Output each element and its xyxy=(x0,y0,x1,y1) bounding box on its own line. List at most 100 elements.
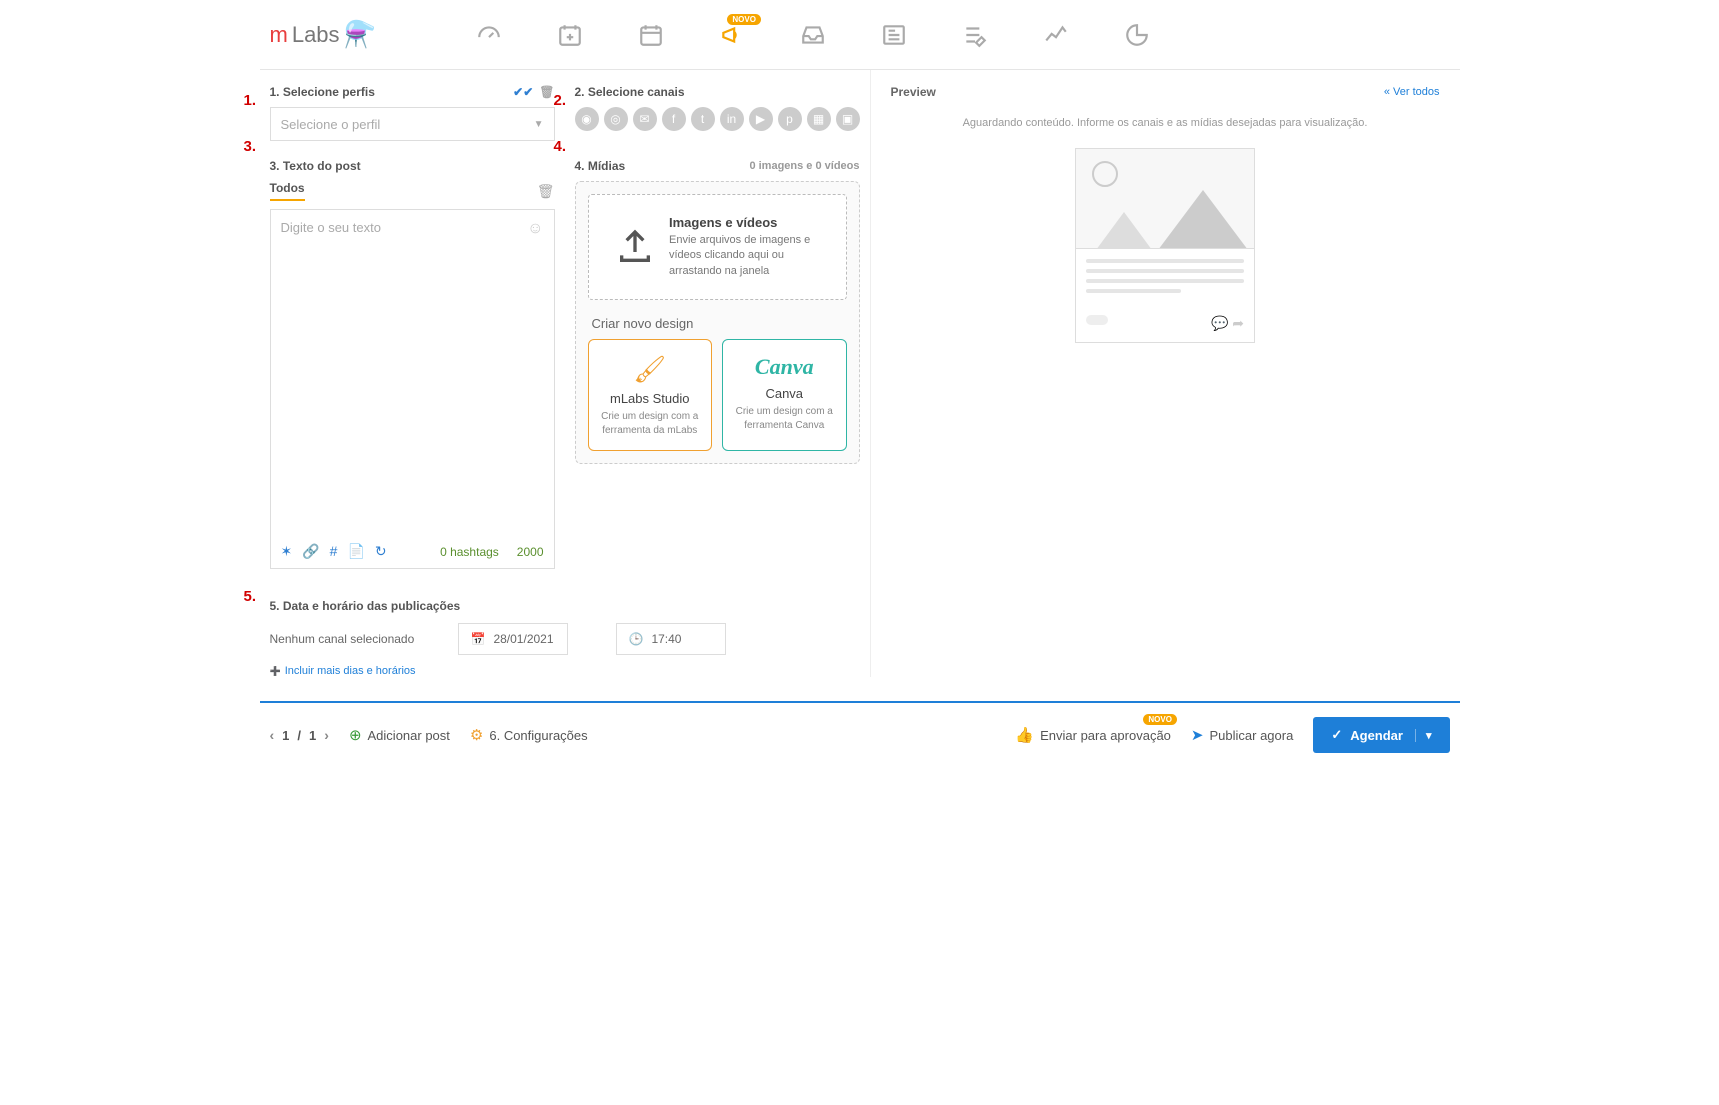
dashboard-icon[interactable] xyxy=(476,22,502,48)
drop-desc: Envie arquivos de imagens e vídeos clica… xyxy=(669,233,819,279)
annotation-1: 1. xyxy=(244,92,257,109)
file-icon[interactable]: 📄 xyxy=(347,543,364,560)
config-button[interactable]: ⚙ 6. Configurações xyxy=(470,726,588,744)
preview-skeleton: 💬 ➦ xyxy=(1075,148,1255,343)
list-edit-icon[interactable] xyxy=(962,22,988,48)
profiles-heading: 1. Selecione perfis xyxy=(270,85,375,99)
post-pager: ‹ 1 / 1 › xyxy=(270,727,329,743)
drop-title: Imagens e vídeos xyxy=(669,215,819,230)
analytics-icon[interactable] xyxy=(1043,22,1069,48)
section-schedule: 5. Data e horário das publicações Nenhum… xyxy=(270,599,860,677)
schedule-button[interactable]: ✓ Agendar ▾ xyxy=(1313,717,1449,753)
see-all-link[interactable]: Ver todos xyxy=(1384,86,1440,98)
paper-plane-icon: ➤ xyxy=(1191,726,1204,744)
hashtag-icon[interactable]: # xyxy=(330,543,338,560)
clock-icon: 🕒 xyxy=(629,632,644,646)
profile-select[interactable]: Selecione o perfil ▼ xyxy=(270,107,555,141)
canva-logo-icon: Canva xyxy=(731,354,838,380)
pager-next[interactable]: › xyxy=(324,727,329,743)
emoji-icon[interactable]: ☺ xyxy=(527,220,543,238)
calendar-small-icon: 📅 xyxy=(471,632,486,646)
trash-icon[interactable]: 🗑 xyxy=(539,85,554,99)
annotation-3: 3. xyxy=(244,138,257,155)
channel-instagram-stories-icon[interactable]: ◎ xyxy=(604,107,628,131)
approval-novo-badge: NOVO xyxy=(1143,714,1177,725)
date-input[interactable]: 📅 28/01/2021 xyxy=(458,623,568,655)
schedule-heading: 5. Data e horário das publicações xyxy=(270,599,461,613)
megaphone-icon[interactable]: NOVO xyxy=(719,22,745,48)
channels-heading: 2. Selecione canais xyxy=(575,85,685,99)
collapse-icon[interactable]: ✶ xyxy=(281,543,293,560)
tab-todos[interactable]: Todos xyxy=(270,181,305,201)
time-input[interactable]: 🕒 17:40 xyxy=(616,623,726,655)
feed-icon[interactable] xyxy=(881,22,907,48)
skeleton-pill xyxy=(1086,315,1108,325)
inbox-icon[interactable] xyxy=(800,22,826,48)
schedule-btn-label: Agendar xyxy=(1350,728,1403,743)
pie-icon[interactable] xyxy=(1124,22,1150,48)
channel-youtube-icon[interactable]: ▶ xyxy=(749,107,773,131)
brand-labs: Labs xyxy=(292,22,340,48)
section-channels: 2. Selecione canais ◉ ◎ ✉ f t in ▶ p ▦ ▣ xyxy=(575,85,860,141)
channel-gmb-icon[interactable]: ▦ xyxy=(807,107,831,131)
thumbs-up-icon: 👍 xyxy=(1015,726,1034,744)
clear-text-icon[interactable]: 🗑 xyxy=(537,183,555,200)
char-limit: 2000 xyxy=(517,545,544,559)
channel-facebook-icon[interactable]: f xyxy=(662,107,686,131)
chevron-down-icon: ▼ xyxy=(534,119,544,130)
add-more-schedule[interactable]: Incluir mais dias e horários xyxy=(270,665,416,677)
sun-icon xyxy=(1092,161,1118,187)
publish-label: Publicar agora xyxy=(1210,728,1294,743)
bottom-bar: ‹ 1 / 1 › ⊕ Adicionar post ⚙ 6. Configur… xyxy=(260,701,1460,767)
canva-card[interactable]: Canva Canva Crie um design com a ferrame… xyxy=(722,339,847,451)
no-channel-label: Nenhum canal selecionado xyxy=(270,632,440,646)
section-profiles: 1. Selecione perfis ✔✔ 🗑 Selecione o per… xyxy=(270,85,555,141)
studio-title: mLabs Studio xyxy=(597,391,704,406)
calendar-check-icon: ✓ xyxy=(1331,727,1342,743)
channel-image-icon[interactable]: ▣ xyxy=(836,107,860,131)
preview-waiting-text: Aguardando conteúdo. Informe os canais e… xyxy=(891,115,1440,132)
channel-twitter-icon[interactable]: t xyxy=(691,107,715,131)
pager-total: 1 xyxy=(309,728,316,743)
profile-placeholder: Selecione o perfil xyxy=(281,117,381,132)
hashtag-count: 0 hashtags xyxy=(440,545,499,559)
brush-icon: 🖌 xyxy=(597,354,704,385)
section-posttext: 3. Texto do post Todos 🗑 Digite o seu te… xyxy=(270,159,555,569)
brand-logo: mLabs ⚗️ xyxy=(270,19,376,50)
calendar-icon[interactable] xyxy=(638,22,664,48)
publish-now-button[interactable]: ➤ Publicar agora xyxy=(1191,726,1293,744)
repost-icon[interactable]: ↻ xyxy=(375,543,387,560)
skeleton-line xyxy=(1086,269,1244,273)
chevron-down-icon[interactable]: ▾ xyxy=(1415,729,1432,742)
flask-icon: ⚗️ xyxy=(344,19,376,50)
calendar-add-icon[interactable] xyxy=(557,22,583,48)
channel-instagram-icon[interactable]: ◉ xyxy=(575,107,599,131)
preview-heading: Preview xyxy=(891,85,936,99)
channel-list: ◉ ◎ ✉ f t in ▶ p ▦ ▣ xyxy=(575,107,860,131)
pager-current: 1 xyxy=(282,728,289,743)
media-counter: 0 imagens e 0 vídeos xyxy=(749,160,859,172)
canva-title: Canva xyxy=(731,386,838,401)
mlabs-studio-card[interactable]: 🖌 mLabs Studio Crie um design com a ferr… xyxy=(588,339,713,451)
media-dropzone[interactable]: Imagens e vídeos Envie arquivos de image… xyxy=(588,194,847,300)
post-text-input[interactable]: Digite o seu texto ☺ xyxy=(271,210,554,535)
check-all-icon[interactable]: ✔✔ xyxy=(513,85,533,99)
nav-icons: NOVO xyxy=(476,22,1150,48)
channel-linkedin-icon[interactable]: in xyxy=(720,107,744,131)
media-heading: 4. Mídias xyxy=(575,159,626,173)
top-nav: mLabs ⚗️ NOVO xyxy=(260,0,1460,70)
channel-whatsapp-icon[interactable]: ✉ xyxy=(633,107,657,131)
pager-sep: / xyxy=(297,728,301,743)
pager-prev[interactable]: ‹ xyxy=(270,727,275,743)
upload-icon xyxy=(615,227,655,267)
send-approval-button[interactable]: 👍 Enviar para aprovação NOVO xyxy=(1015,726,1171,744)
date-value: 28/01/2021 xyxy=(493,632,553,646)
studio-desc: Crie um design com a ferramenta da mLabs xyxy=(597,410,704,438)
approval-label: Enviar para aprovação xyxy=(1040,728,1171,743)
channel-pinterest-icon[interactable]: p xyxy=(778,107,802,131)
comment-share-icon: 💬 ➦ xyxy=(1211,315,1244,332)
plus-circle-icon: ⊕ xyxy=(349,726,362,744)
add-post-button[interactable]: ⊕ Adicionar post xyxy=(349,726,450,744)
gear-icon: ⚙ xyxy=(470,726,483,744)
link-icon[interactable]: 🔗 xyxy=(302,543,319,560)
